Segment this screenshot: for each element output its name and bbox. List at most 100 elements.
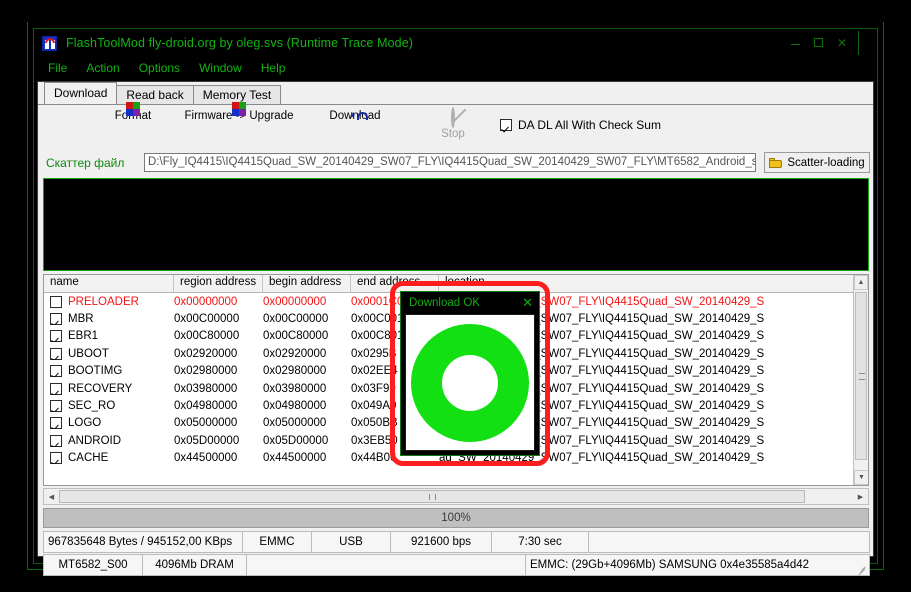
frame-accent-left: [27, 22, 28, 570]
row-checkbox[interactable]: [50, 452, 62, 464]
table-cell-begin-address: 0x00000000: [263, 296, 351, 308]
table-cell-name: RECOVERY: [44, 383, 174, 395]
row-checkbox[interactable]: [50, 330, 62, 342]
table-horizontal-scrollbar[interactable]: ◀ ▶: [43, 488, 869, 505]
scatter-loading-button[interactable]: Scatter-loading: [764, 152, 870, 173]
minimize-button[interactable]: [791, 37, 800, 49]
column-header-name[interactable]: name: [44, 275, 174, 292]
table-cell-name-label: SEC_RO: [68, 400, 115, 412]
scroll-down-arrow-icon[interactable]: ▼: [854, 470, 869, 485]
firmware-upgrade-button[interactable]: Firmware -> Upgrade: [184, 109, 294, 122]
table-cell-begin-address: 0x02980000: [263, 365, 351, 377]
row-checkbox[interactable]: [50, 400, 62, 412]
da-dl-checksum-checkbox[interactable]: DA DL All With Check Sum: [500, 118, 661, 132]
toolbar: Format Firmware -> Upgrade Download: [38, 104, 873, 151]
table-cell-name: MBR: [44, 313, 174, 325]
row-checkbox[interactable]: [50, 435, 62, 447]
table-cell-name: UBOOT: [44, 348, 174, 360]
desktop-background: FlashToolMod fly-droid.org by oleg.svs (…: [0, 0, 911, 592]
table-cell-region-address: 0x05D00000: [174, 435, 263, 447]
vertical-scroll-thumb[interactable]: [855, 292, 867, 460]
table-cell-name-label: ANDROID: [68, 435, 121, 447]
status-storage-type: EMMC: [242, 531, 312, 553]
row-checkbox[interactable]: [50, 348, 62, 360]
column-header-begin[interactable]: begin address: [263, 275, 351, 292]
table-cell-region-address: 0x03980000: [174, 383, 263, 395]
download-button[interactable]: Download: [300, 109, 410, 122]
status-dram: 4096Mb DRAM: [142, 554, 247, 576]
dialog-title: Download OK: [409, 297, 480, 309]
menu-item-action[interactable]: Action: [86, 61, 119, 75]
table-cell-name-label: BOOTIMG: [68, 365, 122, 377]
menu-item-help[interactable]: Help: [261, 61, 286, 75]
table-cell-name: PRELOADER: [44, 296, 174, 308]
dialog-title-bar: Download OK ✕: [401, 292, 539, 313]
status-extra: [588, 531, 870, 553]
menu-item-options[interactable]: Options: [139, 61, 180, 75]
row-checkbox[interactable]: [50, 296, 62, 308]
status-emmc-info-text: EMMC: (29Gb+4096Mb) SAMSUNG 0x4e35585a4d…: [530, 559, 809, 571]
menu-item-file[interactable]: File: [48, 61, 67, 75]
scatter-loading-label: Scatter-loading: [787, 157, 864, 169]
dialog-close-button[interactable]: ✕: [522, 296, 533, 309]
title-bar: FlashToolMod fly-droid.org by oleg.svs (…: [34, 29, 877, 57]
table-cell-begin-address: 0x05D00000: [263, 435, 351, 447]
scatter-file-row: Скаттер файл D:\Fly_IQ4415\IQ4415Quad_SW…: [38, 151, 873, 177]
progress-bar: 100%: [43, 508, 869, 528]
maximize-button[interactable]: [814, 37, 823, 49]
table-cell-name-label: LOGO: [68, 417, 101, 429]
table-cell-begin-address: 0x02920000: [263, 348, 351, 360]
scroll-right-arrow-icon[interactable]: ▶: [853, 489, 868, 504]
table-cell-region-address: 0x02980000: [174, 365, 263, 377]
status-connection: USB: [311, 531, 391, 553]
table-cell-name: LOGO: [44, 417, 174, 429]
scatter-path-input[interactable]: D:\Fly_IQ4415\IQ4415Quad_SW_20140429_SW0…: [144, 153, 756, 172]
log-output-panel: [43, 178, 869, 271]
table-cell-region-address: 0x02920000: [174, 348, 263, 360]
table-cell-name: CACHE: [44, 452, 174, 464]
tab-download[interactable]: Download: [44, 82, 117, 104]
frame-accent-right: [883, 22, 884, 570]
scroll-left-arrow-icon[interactable]: ◀: [44, 489, 59, 504]
table-cell-name-label: RECOVERY: [68, 383, 132, 395]
resize-grip-icon[interactable]: [856, 563, 867, 574]
table-cell-begin-address: 0x00C00000: [263, 313, 351, 325]
table-cell-name-label: UBOOT: [68, 348, 109, 360]
status-bytes-kbps: 967835648 Bytes / 945152,00 KBps: [43, 531, 243, 553]
app-icon: [42, 36, 57, 51]
green-donut-icon: [411, 324, 529, 442]
table-cell-name: BOOTIMG: [44, 365, 174, 377]
table-cell-begin-address: 0x04980000: [263, 400, 351, 412]
menu-item-window[interactable]: Window: [199, 61, 242, 75]
table-cell-begin-address: 0x05000000: [263, 417, 351, 429]
row-checkbox[interactable]: [50, 365, 62, 377]
table-cell-name: ANDROID: [44, 435, 174, 447]
close-button[interactable]: ✕: [837, 37, 847, 49]
status-blank: [246, 554, 526, 576]
menu-bar: File Action Options Window Help: [34, 57, 877, 79]
table-cell-region-address: 0x04980000: [174, 400, 263, 412]
table-cell-name: EBR1: [44, 330, 174, 342]
status-chipset: MT6582_S00: [43, 554, 143, 576]
tab-strip: Download Read back Memory Test: [38, 82, 873, 104]
checkbox-box[interactable]: [500, 119, 512, 131]
format-button[interactable]: Format: [78, 109, 188, 122]
table-cell-region-address: 0x44500000: [174, 452, 263, 464]
stop-button-label: Stop: [398, 128, 508, 140]
table-vertical-scrollbar[interactable]: ▲ ▼: [853, 275, 868, 485]
table-cell-region-address: 0x00C80000: [174, 330, 263, 342]
column-header-region[interactable]: region address: [174, 275, 263, 292]
horizontal-scroll-thumb[interactable]: [59, 490, 805, 503]
row-checkbox[interactable]: [50, 417, 62, 429]
row-checkbox[interactable]: [50, 313, 62, 325]
status-emmc-info: EMMC: (29Gb+4096Mb) SAMSUNG 0x4e35585a4d…: [525, 554, 870, 576]
status-baud-rate: 921600 bps: [390, 531, 492, 553]
row-checkbox[interactable]: [50, 383, 62, 395]
progress-label: 100%: [441, 512, 470, 524]
stop-button[interactable]: Stop: [398, 109, 508, 140]
stop-icon: [451, 107, 455, 128]
scatter-file-label: Скаттер файл: [46, 156, 124, 170]
scroll-up-arrow-icon[interactable]: ▲: [854, 275, 868, 290]
download-button-label: Download: [300, 110, 410, 122]
status-bar-row-1: 967835648 Bytes / 945152,00 KBps EMMC US…: [43, 531, 869, 553]
